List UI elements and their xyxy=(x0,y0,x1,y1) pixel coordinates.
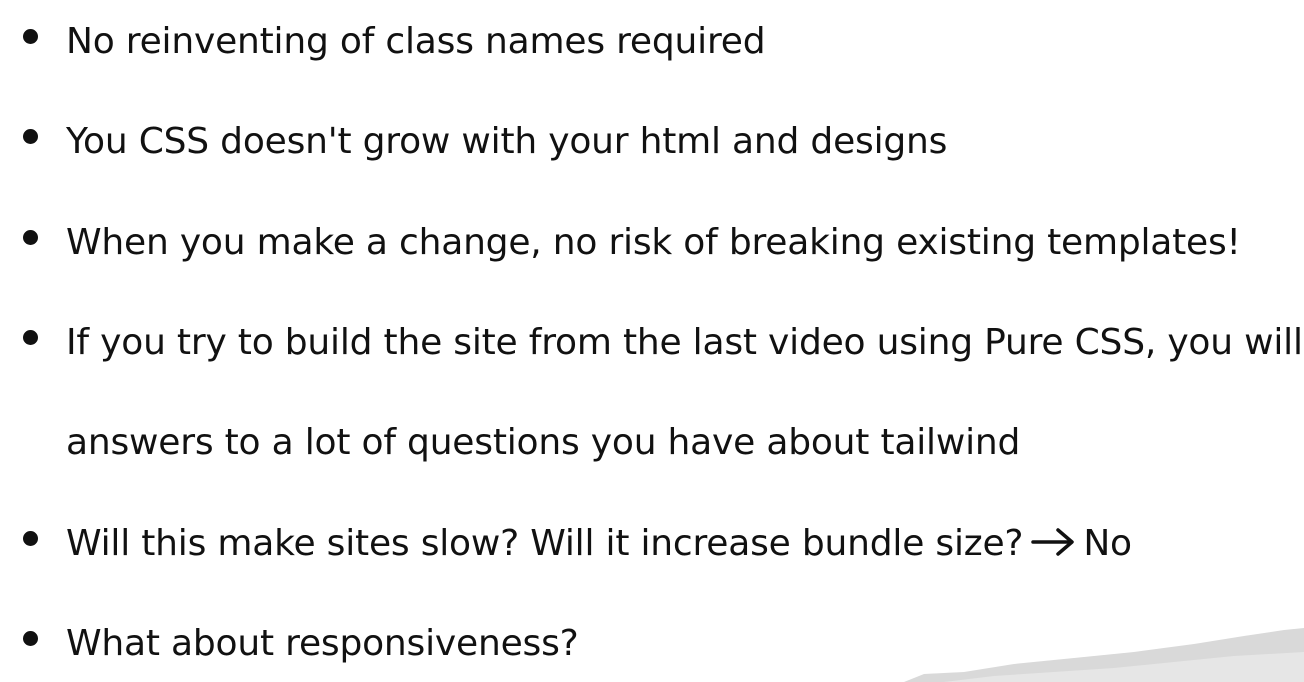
bullet-dot-icon xyxy=(23,631,38,646)
bullet-dot-icon xyxy=(23,531,38,546)
bullet-text: No reinventing of class names required xyxy=(66,0,766,92)
bullet-answer: No xyxy=(1083,523,1132,564)
bullet-text: What about responsiveness? xyxy=(66,594,579,682)
slide: No reinventing of class names required Y… xyxy=(0,0,1304,682)
bullet-dot-icon xyxy=(23,330,38,345)
bullet-text: If you try to build the site from the la… xyxy=(66,293,1304,493)
bullet-text: When you make a change, no risk of break… xyxy=(66,193,1241,293)
bullet-question: Will this make sites slow? Will it incre… xyxy=(66,523,1024,564)
bullet-line: No reinventing of class names required xyxy=(66,21,766,62)
bullet-line: What about responsiveness? xyxy=(66,623,579,664)
bullet-dot-icon xyxy=(23,29,38,44)
bullet-line: answers to a lot of questions you have a… xyxy=(66,422,1021,463)
bullet-dot-icon xyxy=(23,230,38,245)
bullet-text: Will this make sites slow? Will it incre… xyxy=(66,494,1132,594)
bullet-text: You CSS doesn't grow with your html and … xyxy=(66,92,947,192)
right-arrow-icon xyxy=(1031,528,1075,556)
bullet-dot-icon xyxy=(23,129,38,144)
bullet-line: If you try to build the site from the la… xyxy=(66,322,1304,363)
paper-scrap-decoration xyxy=(904,628,1304,682)
bullet-line: You CSS doesn't grow with your html and … xyxy=(66,121,948,162)
bullet-line: Will this make sites slow? Will it incre… xyxy=(66,494,1132,594)
bullet-line: When you make a change, no risk of break… xyxy=(66,222,1241,263)
